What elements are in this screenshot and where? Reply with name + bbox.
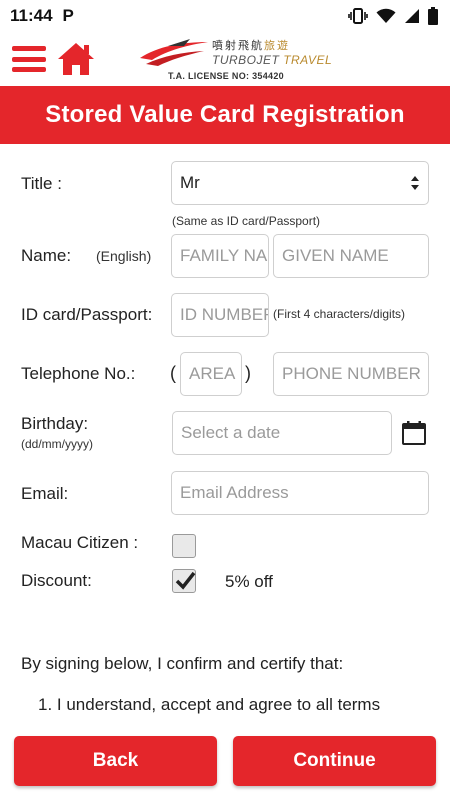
- area-code-placeholder: AREA: [189, 364, 236, 383]
- birthday-format: (dd/mm/yyyy): [21, 437, 93, 451]
- id-card-label: ID card/Passport:: [21, 305, 153, 324]
- discount-checkbox[interactable]: [172, 569, 196, 593]
- name-label: Name:: [21, 246, 72, 265]
- title-label: Title :: [21, 174, 62, 193]
- email-label: Email:: [21, 484, 69, 503]
- logo-chinese-name: 噴射飛航: [212, 39, 264, 52]
- birthday-placeholder: Select a date: [181, 423, 281, 442]
- wifi-icon: [376, 8, 396, 23]
- page-banner: Stored Value Card Registration: [0, 86, 450, 144]
- back-button[interactable]: Back: [14, 736, 217, 786]
- area-code-input[interactable]: AREA: [180, 352, 242, 396]
- macau-citizen-checkbox[interactable]: [172, 534, 196, 558]
- title-select[interactable]: Mr: [171, 161, 429, 205]
- title-note: (Same as ID card/Passport): [172, 214, 321, 228]
- phone-number-placeholder: PHONE NUMBER: [282, 364, 421, 383]
- registration-form: Title : Mr (Same as ID card/Passport) Na…: [0, 144, 450, 734]
- discount-label: Discount:: [21, 571, 92, 590]
- bottom-action-bar: Back Continue: [0, 734, 450, 800]
- discount-value: 5% off: [225, 572, 273, 591]
- notification-badge: P: [62, 6, 74, 25]
- email-input[interactable]: Email Address: [171, 471, 429, 515]
- page-title: Stored Value Card Registration: [45, 101, 405, 128]
- continue-button[interactable]: Continue: [233, 736, 436, 786]
- area-close-paren: ): [245, 363, 251, 383]
- status-bar: 11:44 P: [0, 0, 450, 32]
- email-placeholder: Email Address: [180, 483, 289, 502]
- birthday-input[interactable]: Select a date: [172, 411, 392, 455]
- status-time: 11:44: [10, 6, 53, 25]
- macau-citizen-label: Macau Citizen :: [21, 533, 139, 552]
- id-number-input[interactable]: ID NUMBER: [171, 293, 269, 337]
- vibrate-icon: [348, 8, 368, 24]
- logo-swoosh-icon: [140, 39, 208, 66]
- telephone-label: Telephone No.:: [21, 364, 136, 383]
- id-card-note: (First 4 characters/digits): [273, 307, 406, 321]
- turbojet-logo: 噴射飛航旅遊 TURBOJET TRAVEL T.A. LICENSE NO: …: [138, 36, 338, 84]
- license-number: T.A. LICENSE NO: 354420: [168, 71, 284, 81]
- birthday-label: Birthday:: [21, 414, 89, 433]
- logo-english-suffix: TRAVEL: [283, 53, 333, 67]
- signal-icon: [405, 9, 419, 23]
- checkmark-icon: [175, 571, 196, 590]
- id-number-placeholder: ID NUMBER: [180, 305, 269, 324]
- logo-chinese-suffix: 旅遊: [264, 39, 290, 52]
- app-header: 噴射飛航旅遊 TURBOJET TRAVEL T.A. LICENSE NO: …: [0, 32, 450, 86]
- home-icon[interactable]: [56, 41, 96, 77]
- menu-icon[interactable]: [12, 46, 46, 72]
- given-name-placeholder: GIVEN NAME: [282, 246, 389, 265]
- phone-number-input[interactable]: PHONE NUMBER: [273, 352, 429, 396]
- given-name-input[interactable]: GIVEN NAME: [273, 234, 429, 278]
- select-arrows-icon: [411, 176, 419, 190]
- calendar-icon[interactable]: [401, 420, 427, 446]
- family-name-placeholder: FAMILY NAME: [180, 246, 268, 265]
- battery-icon: [428, 7, 438, 25]
- logo-english-name: TURBOJET: [212, 53, 280, 67]
- terms-intro: By signing below, I confirm and certify …: [21, 654, 344, 673]
- area-open-paren: (: [170, 363, 176, 383]
- name-sublabel: (English): [96, 248, 152, 264]
- title-select-value: Mr: [180, 173, 200, 192]
- family-name-input[interactable]: FAMILY NAME: [171, 234, 269, 278]
- terms-item-1: 1. I understand, accept and agree to all…: [38, 695, 381, 714]
